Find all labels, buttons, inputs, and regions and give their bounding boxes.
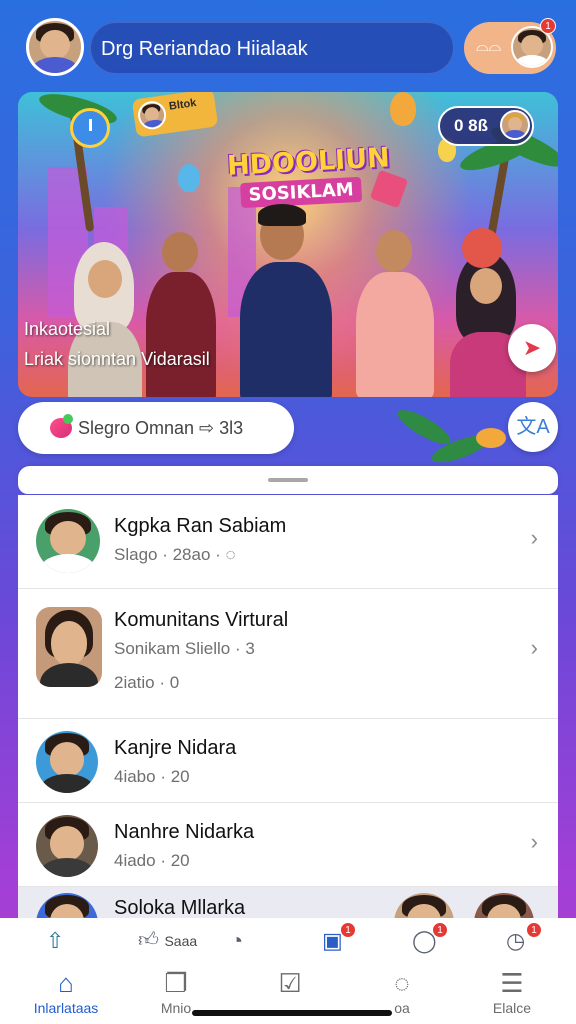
chevron-right-icon: › — [530, 635, 538, 660]
list-item-title: Nanhre Nidarka — [114, 821, 255, 843]
list-item[interactable]: Nanhre Nidarka 4iado · 20 › — [18, 803, 558, 887]
list-item-title: Kanjre Nidara — [114, 737, 237, 759]
share-button[interactable]: ➤ — [508, 324, 556, 372]
clock-icon[interactable]: ◷ — [506, 928, 525, 954]
lantern-decoration — [476, 428, 506, 448]
notification-badge: 1 — [432, 922, 448, 938]
upload-icon[interactable]: ⇧ — [46, 928, 64, 954]
nav-tasks[interactable]: ☑ — [242, 966, 338, 1000]
nav-home-label: Inlarlataas — [33, 1000, 99, 1016]
top-bar: Drg Reriandao Hiialaak ⌓⌓ 1 — [0, 0, 576, 92]
like-button[interactable]: 👍︎ Saaa — [138, 928, 197, 952]
list-item-title: Komunitans Virtural — [114, 609, 289, 631]
notification-badge: 1 — [526, 922, 542, 938]
list-item-title: Soloka Mllarka — [114, 897, 246, 919]
search-field[interactable]: Drg Reriandao Hiialaak — [90, 22, 454, 74]
contact-avatar — [36, 731, 98, 793]
notification-badge: 1 — [540, 18, 556, 34]
creator-chip[interactable]: Bltok — [131, 92, 219, 138]
notification-badge: 1 — [340, 922, 356, 938]
nav-layers[interactable]: ❐ Mnio — [128, 966, 224, 1016]
list-item-title: Kgpka Ran Sabiam — [114, 515, 287, 537]
creator-chip-label: Bltok — [168, 96, 198, 113]
viewer-count: 0 8ß — [454, 116, 489, 135]
hero-caption-line1: Inkaotesial — [24, 319, 111, 339]
event-logo-line1: HDOOLIUN — [226, 142, 391, 182]
event-logo-line2: SOSIKLAM — [239, 176, 363, 209]
bottom-bar: ⇧ 👍︎ Saaa ◔ ▣ 1 ◯ 1 ◷ 1 ⌂ Inlarlataas ❐ … — [0, 918, 576, 1024]
chat-heart-icon — [50, 414, 73, 438]
contact-list: Kgpka Ran Sabiam Slago · 28ao · ◌ › Komu… — [18, 495, 558, 925]
home-indicator — [192, 1010, 392, 1016]
list-item-subtitle: Sonikam Sliello · 3 — [114, 639, 255, 658]
viewer-count-chip[interactable]: 0 8ß — [438, 106, 534, 146]
list-item[interactable]: Komunitans Virtural Sonikam Sliello · 3 … — [18, 589, 558, 719]
list-item[interactable]: Kgpka Ran Sabiam Slago · 28ao · ◌ › — [18, 495, 558, 589]
clock-icon — [70, 108, 110, 148]
glasses-icon: ⌓⌓ — [476, 38, 502, 55]
stats-pill[interactable]: Slegro Omnan ⇨ 3l3 — [18, 402, 294, 454]
chevron-right-icon: › — [530, 525, 538, 550]
nav-home[interactable]: ⌂ Inlarlataas — [18, 966, 114, 1016]
list-item[interactable]: Kanjre Nidara 4iabo · 20 — [18, 719, 558, 803]
viewer-avatar — [500, 110, 530, 140]
nav-menu[interactable]: ☰ Elalce — [464, 966, 560, 1016]
translate-icon: 文A — [516, 416, 550, 438]
drag-handle[interactable] — [268, 478, 308, 482]
chat-bubble-icon: ◌ — [394, 968, 410, 998]
like-label: Saaa — [164, 933, 198, 949]
nav-menu-label: Elalce — [492, 1000, 532, 1016]
ball-prop — [462, 228, 502, 268]
check-icon: ☑ — [278, 968, 302, 998]
thumbs-up-icon: 👍︎ — [138, 929, 159, 951]
chevron-right-icon: › — [530, 829, 538, 854]
message-icon[interactable]: ◔ — [230, 928, 243, 954]
layers-icon: ❐ — [164, 968, 188, 998]
contact-avatar — [36, 607, 102, 687]
hero-banner[interactable]: Bltok HDOOLIUN SOSIKLAM 0 8ß Inkaotesial — [18, 92, 558, 397]
header-action-pill[interactable]: ⌓⌓ 1 — [464, 18, 556, 74]
home-icon: ⌂ — [58, 968, 74, 998]
list-item-subtitle: 4iado · 20 — [114, 851, 190, 870]
hero-caption-line2: Lriak sionntan Vidarasil — [24, 349, 210, 369]
contact-avatar — [36, 815, 98, 877]
menu-icon: ☰ — [500, 968, 524, 998]
list-item-meta: 2iatio · 0 — [114, 673, 180, 692]
list-item-subtitle: Slago · 28ao · ◌ — [114, 545, 236, 564]
share-icon: ➤ — [522, 335, 542, 360]
hero-caption: Inkaotesial Lriak sionntan Vidarasil — [24, 314, 210, 374]
balloon — [178, 164, 200, 192]
leaf-decoration — [393, 404, 455, 450]
nav-chat[interactable]: ◌ oa — [354, 966, 450, 1016]
balloon — [390, 92, 416, 126]
profile-avatar[interactable] — [26, 18, 84, 76]
gift-box — [369, 169, 409, 209]
list-item-subtitle: 4iabo · 20 — [114, 767, 190, 786]
bottom-sheet-header[interactable] — [18, 466, 558, 494]
translate-button[interactable]: 文A — [508, 402, 558, 452]
stats-label: Slegro Omnan ⇨ 3l3 — [78, 418, 244, 438]
contact-avatar — [36, 509, 100, 573]
creator-avatar — [136, 99, 168, 132]
